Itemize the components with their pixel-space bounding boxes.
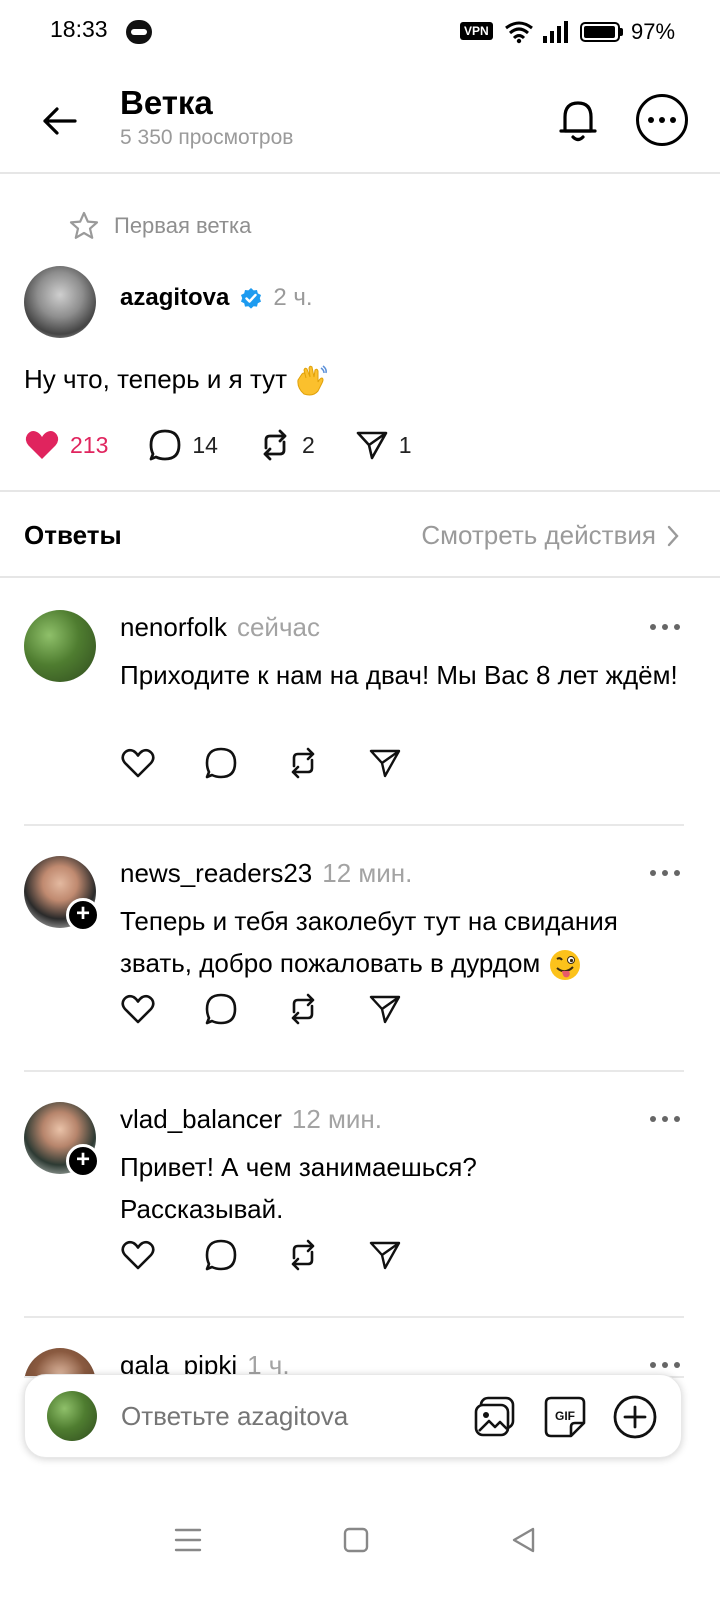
square-icon [343,1527,369,1553]
heart-filled-icon [25,431,59,459]
comment-icon[interactable] [204,992,238,1026]
winking-face-with-tongue-icon [549,950,580,981]
follow-plus-icon[interactable]: + [66,1144,100,1178]
back-button[interactable] [32,94,86,148]
star-icon [69,211,99,239]
comment-icon [149,429,181,461]
home-nav-button[interactable] [332,1516,380,1564]
battery-icon [580,22,620,42]
like-button[interactable]: 213 [24,429,108,461]
reply-avatar[interactable] [24,610,96,682]
replies-header: Ответы Смотреть действия [0,494,720,578]
heart-icon[interactable] [120,993,156,1025]
attach-image-button[interactable] [471,1393,519,1441]
svg-text:GIF: GIF [555,1409,575,1423]
post-actions: 213 14 2 1 [24,428,452,462]
battery-percent: 97% [631,19,676,44]
share-count: 1 [398,431,412,458]
pinned-label: Первая ветка [114,213,252,238]
like-count: 213 [70,431,109,458]
signal-icon [543,21,568,43]
view-activity-link[interactable]: Смотреть действия [421,520,680,551]
ninja-icon [126,20,152,44]
repost-icon[interactable] [286,1238,320,1272]
composer-avatar [47,1391,97,1441]
reply-text: Теперь и тебя заколебут тут на свидания … [120,900,690,984]
send-icon [356,431,388,460]
reply-time: 12 мин. [322,858,413,888]
view-count: 5 350 просмотров [120,126,294,149]
image-icon [474,1396,515,1437]
reply-item[interactable]: + vlad_balancer 12 мин. Привет! А чем за… [0,1072,720,1318]
send-icon[interactable] [368,1238,402,1272]
more-options-button[interactable] [636,94,688,146]
reply-composer: GIF [24,1374,682,1458]
repost-button[interactable]: 2 [258,428,315,462]
repost-icon [263,429,287,461]
comment-icon[interactable] [204,746,238,780]
heart-icon[interactable] [120,1239,156,1271]
send-icon[interactable] [368,992,402,1026]
reply-time: 12 мин. [291,1104,383,1134]
system-nav-bar [0,1480,720,1600]
verified-icon [241,288,262,309]
reply-input[interactable] [121,1401,451,1432]
wifi-icon [505,21,533,44]
author-avatar[interactable] [24,266,96,338]
reply-more-icon[interactable] [650,624,680,630]
post-text: Ну что, теперь и я тут [24,364,328,398]
comment-icon[interactable] [204,1238,238,1272]
status-time: 18:33 [50,16,108,42]
chevron-right-icon [667,525,679,546]
post-time: 2 ч. [273,284,313,311]
reply-author[interactable]: nenorfolk [120,612,227,643]
triangle-back-icon [512,1527,535,1553]
reply-more-icon[interactable] [650,1362,680,1368]
main-post: Первая ветка azagitova 2 ч. Ну что, тепе… [0,176,720,492]
reply-author[interactable]: news_readers23 [120,858,312,889]
follow-plus-icon[interactable]: + [66,898,100,932]
heart-icon[interactable] [120,747,156,779]
menu-icon [174,1528,202,1552]
reply-time: сейчас [236,612,320,642]
plus-circle-icon [613,1395,657,1439]
more-icon [648,117,654,123]
author-name[interactable]: azagitova [120,284,229,312]
waving-hand-icon [297,365,328,396]
add-button[interactable] [611,1393,659,1441]
reply-actions [120,1238,402,1272]
replies-title: Ответы [24,520,122,550]
reply-item[interactable]: nenorfolk сейчас Приходите к нам на двач… [0,580,720,826]
repost-icon[interactable] [286,992,320,1026]
reply-author[interactable]: vlad_balancer [120,1104,282,1135]
comment-count: 14 [192,431,218,458]
bell-icon [559,101,597,142]
menu-nav-button[interactable] [164,1516,212,1564]
pinned-row: Первая ветка [68,210,251,242]
gif-icon: GIF [544,1396,586,1438]
repost-count: 2 [301,431,315,458]
vpn-badge: VPN [460,22,493,40]
send-icon[interactable] [368,746,402,780]
back-nav-button[interactable] [500,1516,548,1564]
reply-item[interactable]: gala_pipki 1 ч. [0,1318,720,1378]
page-title: Ветка [120,84,213,121]
reply-more-icon[interactable] [650,1116,680,1122]
top-app-bar: Ветка 5 350 просмотров [0,64,720,174]
reply-item[interactable]: + news_readers23 12 мин. Теперь и тебя з… [0,826,720,1072]
reply-text: Привет! А чем занимаешься? Рассказывай. [120,1152,477,1224]
comment-button[interactable]: 14 [148,428,218,462]
reply-more-icon[interactable] [650,870,680,876]
reply-actions [120,992,402,1026]
status-bar: 18:33 VPN 97% [0,0,720,64]
gif-button[interactable]: GIF [541,1393,589,1441]
reply-actions [120,746,402,780]
reply-text: Приходите к нам на двач! Мы Вас 8 лет жд… [120,660,678,690]
back-arrow-icon [43,107,77,135]
notifications-button[interactable] [550,92,606,148]
repost-icon[interactable] [286,746,320,780]
share-button[interactable]: 1 [355,428,412,462]
